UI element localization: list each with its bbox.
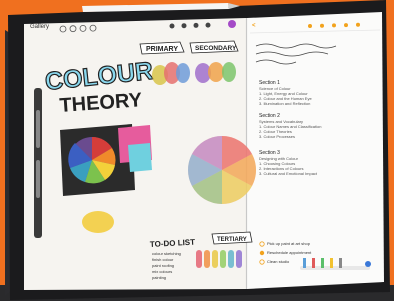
notes-line: 3. Colour Processes [259,134,296,139]
text-overlay: Gallery < Section 1 Science of Colour 1.… [0,0,394,301]
todo-item: mix colours [152,269,173,274]
reminder-item[interactable]: Reschedule appointment [267,250,311,255]
notes-line: 3. Cultural and Emotional Impact [259,171,318,176]
reminder-item[interactable]: Clean studio [267,259,289,264]
gallery-button[interactable]: Gallery [30,24,49,30]
todo-item: painting [152,275,167,280]
notes-line: 3. Illumination and Reflection [259,101,311,106]
photo-scene: COLOUR THEORY PRIMARY SECONDARY TO-DO LI… [0,0,394,301]
notes-back-button[interactable]: < [252,23,256,29]
reminder-item[interactable]: Pick up paint at art shop [267,241,310,246]
todo-item: paint roofing [152,263,175,268]
todo-item: finish colour [152,257,174,262]
todo-item: colour sketching [152,251,181,256]
